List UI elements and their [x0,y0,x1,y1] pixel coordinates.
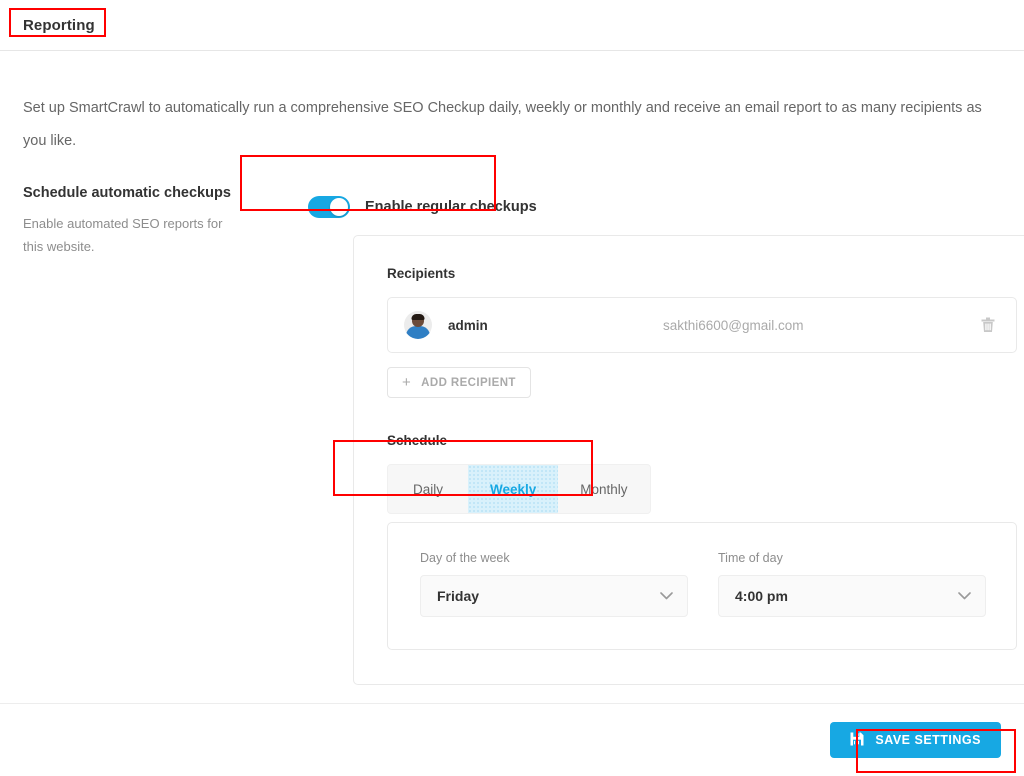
enable-regular-checkups-toggle[interactable] [308,196,350,218]
save-settings-button[interactable]: SAVE SETTINGS [830,722,1001,758]
add-recipient-label: ADD RECIPIENT [421,376,516,389]
reporting-settings-card: Recipients admin sakthi6600@gmail.com + … [353,235,1024,685]
recipients-list: admin sakthi6600@gmail.com [387,297,1017,353]
trash-icon[interactable] [978,314,998,336]
schedule-setting-description: Enable automated SEO reports for this we… [23,216,223,254]
schedule-title: Schedule [387,433,448,448]
day-of-week-value: Friday [437,588,480,604]
time-of-day-value: 4:00 pm [735,588,788,604]
page-title: Reporting [23,16,95,34]
floppy-save-icon [850,732,864,749]
day-of-week-label: Day of the week [420,551,510,565]
avatar-hair [411,314,425,320]
schedule-detail-panel: Day of the week Friday Time of day 4:00 … [387,522,1017,650]
recipient-row: admin sakthi6600@gmail.com [388,298,1016,352]
toggle-knob [330,198,348,216]
time-of-day-label: Time of day [718,551,783,565]
schedule-setting-row: Schedule automatic checkups Enable autom… [23,183,1024,685]
enable-regular-checkups-label: Enable regular checkups [365,199,537,215]
page-footer: SAVE SETTINGS [0,703,1024,776]
recipients-title: Recipients [387,266,456,281]
schedule-setting-field-column: Enable regular checkups Recipients admin… [308,183,1024,685]
avatar [404,311,432,339]
time-of-day-select[interactable]: 4:00 pm [718,575,986,617]
avatar-body [406,326,430,339]
page-header: Reporting [0,0,1024,51]
intro-description: Set up SmartCrawl to automatically run a… [23,100,982,149]
enable-checkups-toggle-row: Enable regular checkups [308,189,1024,225]
schedule-setting-label: Schedule automatic checkups [23,185,231,201]
tab-weekly[interactable]: Weekly [468,465,559,513]
time-of-day-field: Time of day 4:00 pm [718,551,986,617]
main-content: Set up SmartCrawl to automatically run a… [0,51,1024,685]
schedule-tabs: Daily Weekly Monthly [387,464,651,514]
tab-daily[interactable]: Daily [388,465,468,513]
recipient-name: admin [448,317,488,333]
save-settings-label: SAVE SETTINGS [875,733,981,747]
recipients-section: Recipients admin sakthi6600@gmail.com + … [387,266,1017,398]
tab-monthly[interactable]: Monthly [558,465,650,513]
day-of-week-select[interactable]: Friday [420,575,688,617]
schedule-section: Schedule Daily Weekly Monthly Day of the… [387,433,1017,650]
add-recipient-button[interactable]: + ADD RECIPIENT [387,367,531,398]
recipient-email: sakthi6600@gmail.com [663,317,804,333]
chevron-down-icon [958,587,971,605]
day-of-week-field: Day of the week Friday [420,551,688,617]
plus-icon: + [402,374,412,391]
chevron-down-icon [660,587,673,605]
schedule-setting-label-column: Schedule automatic checkups Enable autom… [23,183,308,685]
